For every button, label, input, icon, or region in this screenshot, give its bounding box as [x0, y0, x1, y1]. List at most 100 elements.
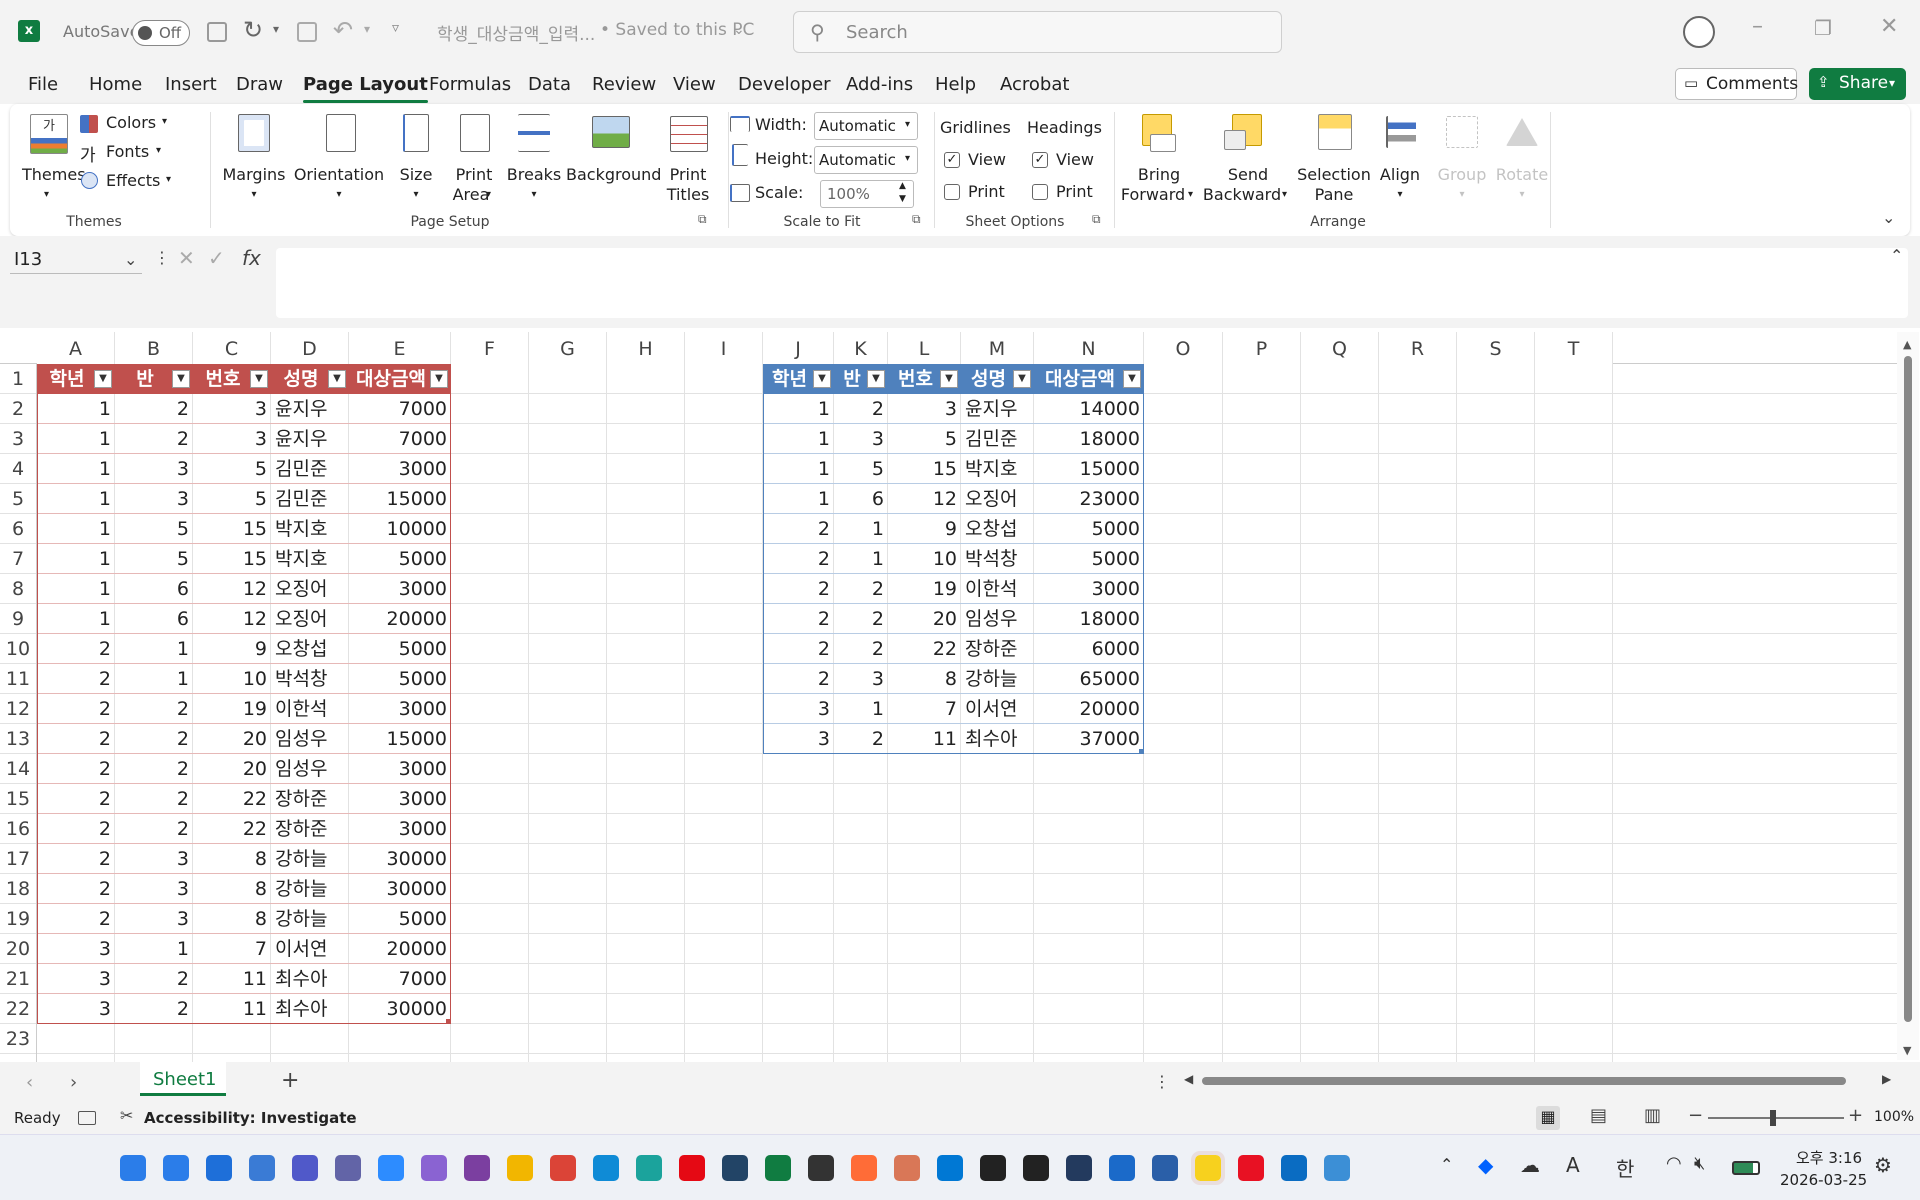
battery-icon[interactable]	[1732, 1161, 1760, 1175]
prev-sheet-icon[interactable]: ‹	[26, 1072, 33, 1093]
table1-cell[interactable]: 8	[193, 874, 271, 904]
table2-cell[interactable]: 20	[888, 604, 961, 634]
table1-cell[interactable]: 15	[193, 544, 271, 574]
notepad-icon[interactable]	[1324, 1155, 1350, 1181]
table1-cell[interactable]: 1	[37, 604, 115, 634]
fonts-button[interactable]: 가 Fonts ▾	[80, 140, 180, 166]
column-header-f[interactable]: F	[451, 332, 529, 364]
size-button[interactable]: Size ▾	[391, 108, 441, 208]
column-header-n[interactable]: N	[1034, 332, 1144, 364]
table2-cell[interactable]: 3000	[1034, 574, 1144, 604]
column-header-c[interactable]: C	[193, 332, 271, 364]
column-header-s[interactable]: S	[1457, 332, 1535, 364]
tab-file[interactable]: File	[28, 74, 58, 95]
filter-dropdown-icon[interactable]: ▼	[867, 370, 885, 388]
column-header-m[interactable]: M	[961, 332, 1034, 364]
table2-cell[interactable]: 7	[888, 694, 961, 724]
macro-record-icon[interactable]	[78, 1111, 96, 1125]
table2-cell[interactable]: 3	[763, 694, 834, 724]
table2-cell[interactable]: 18000	[1034, 424, 1144, 454]
filter-dropdown-icon[interactable]: ▼	[94, 370, 112, 388]
kakaotalk-icon[interactable]	[1191, 1151, 1225, 1185]
table1-cell[interactable]: 12	[193, 604, 271, 634]
table2-cell[interactable]: 5	[834, 454, 888, 484]
filter-dropdown-icon[interactable]: ▼	[172, 370, 190, 388]
column-header-t[interactable]: T	[1535, 332, 1613, 364]
chevron-down-icon[interactable]: ▾	[273, 22, 279, 36]
cloud-off-icon[interactable]: ☁	[1520, 1153, 1540, 1177]
normal-view-icon[interactable]: ▦	[1536, 1106, 1560, 1130]
margins-button[interactable]: Margins ▾	[222, 108, 286, 208]
chevron-down-icon[interactable]: ▾	[364, 22, 370, 36]
tab-home[interactable]: Home	[89, 74, 142, 95]
table2-cell[interactable]: 15000	[1034, 454, 1144, 484]
width-select[interactable]: Automatic ▾	[814, 112, 918, 140]
table1-cell[interactable]: 20	[193, 724, 271, 754]
account-avatar[interactable]	[1683, 16, 1715, 48]
vertical-scroll-thumb[interactable]	[1904, 356, 1912, 1022]
align-button[interactable]: Align ▾	[1372, 108, 1428, 208]
zoom-in-icon[interactable]: +	[1848, 1105, 1863, 1126]
edge-icon[interactable]	[593, 1155, 619, 1181]
store-icon[interactable]	[206, 1155, 232, 1181]
clock-time[interactable]: 오후 3:16	[1796, 1147, 1862, 1168]
zoom-icon[interactable]	[378, 1155, 404, 1181]
table1-cell[interactable]: 강하늘	[271, 844, 349, 874]
table2-cell[interactable]: 2	[834, 604, 888, 634]
table1-cell[interactable]: 2	[115, 814, 193, 844]
form-icon[interactable]	[297, 22, 317, 42]
settings-icon[interactable]: ⚙	[1874, 1153, 1892, 1177]
table1-cell[interactable]: 3	[115, 904, 193, 934]
table2-cell[interactable]: 22	[888, 634, 961, 664]
table2-cell[interactable]: 장하준	[961, 634, 1034, 664]
table1-cell[interactable]: 장하준	[271, 784, 349, 814]
selection-pane-button[interactable]: Selection Pane	[1296, 108, 1372, 208]
table1-resize-handle[interactable]	[446, 1019, 451, 1024]
table2-cell[interactable]: 1	[763, 484, 834, 514]
column-header-p[interactable]: P	[1223, 332, 1301, 364]
table1-cell[interactable]: 22	[193, 784, 271, 814]
table1-cell[interactable]: 5	[115, 514, 193, 544]
table1-cell[interactable]: 3	[193, 424, 271, 454]
table1-cell[interactable]: 3	[115, 454, 193, 484]
sheet-options-launcher-icon[interactable]: ⧉	[1092, 212, 1101, 227]
next-sheet-icon[interactable]: ›	[70, 1072, 77, 1093]
terminal-icon[interactable]	[1023, 1155, 1049, 1181]
breaks-button[interactable]: Breaks ▾	[506, 108, 562, 208]
zoom-slider[interactable]	[1708, 1110, 1844, 1126]
column-header-k[interactable]: K	[834, 332, 888, 364]
table1-cell[interactable]: 7000	[349, 424, 451, 454]
column-header-l[interactable]: L	[888, 332, 961, 364]
worksheet-grid[interactable]: ABCDEFGHIJKLMNOPQRST 1 2 3 4 5 6 7 8 9 10 11 12 13 14…	[0, 332, 1920, 1062]
table2-cell[interactable]: 1	[763, 394, 834, 424]
table1-cell[interactable]: 8	[193, 844, 271, 874]
autosave-toggle[interactable]: Off	[132, 20, 190, 46]
effects-button[interactable]: Effects ▾	[80, 168, 180, 194]
table2-cell[interactable]: 19	[888, 574, 961, 604]
table1-cell[interactable]: 2	[115, 724, 193, 754]
table1-cell[interactable]: 1	[115, 634, 193, 664]
table2-cell[interactable]: 1	[763, 424, 834, 454]
table2-cell[interactable]: 오창섭	[961, 514, 1034, 544]
themes-button[interactable]: 가 Themes ▾	[20, 108, 86, 208]
table1-cell[interactable]: 1	[115, 664, 193, 694]
table2-cell[interactable]: 최수아	[961, 724, 1034, 754]
ime-indicator[interactable]: 한	[1616, 1153, 1634, 1182]
filter-dropdown-icon[interactable]: ▼	[430, 370, 448, 388]
table1-cell[interactable]: 5	[193, 484, 271, 514]
table1-cell[interactable]: 3	[37, 994, 115, 1024]
bring-forward-button[interactable]: Bring Forward ▾	[1118, 108, 1200, 208]
table1-cell[interactable]: 2	[37, 874, 115, 904]
table1-cell[interactable]: 2	[115, 964, 193, 994]
customize-qat-icon[interactable]: ▿	[392, 20, 399, 36]
dax-icon[interactable]	[1066, 1155, 1092, 1181]
volume-muted-icon[interactable]: 🔇︎	[1694, 1153, 1705, 1174]
table2-cell[interactable]: 강하늘	[961, 664, 1034, 694]
scale-launcher-icon[interactable]: ⧉	[912, 212, 921, 227]
table1-cell[interactable]: 3000	[349, 454, 451, 484]
table2-cell[interactable]: 1	[834, 514, 888, 544]
tab-help[interactable]: Help	[935, 74, 976, 95]
table1-cell[interactable]: 윤지우	[271, 394, 349, 424]
share-button[interactable]: ⇪ Share ▾	[1809, 68, 1906, 100]
table1-cell[interactable]: 1	[37, 484, 115, 514]
